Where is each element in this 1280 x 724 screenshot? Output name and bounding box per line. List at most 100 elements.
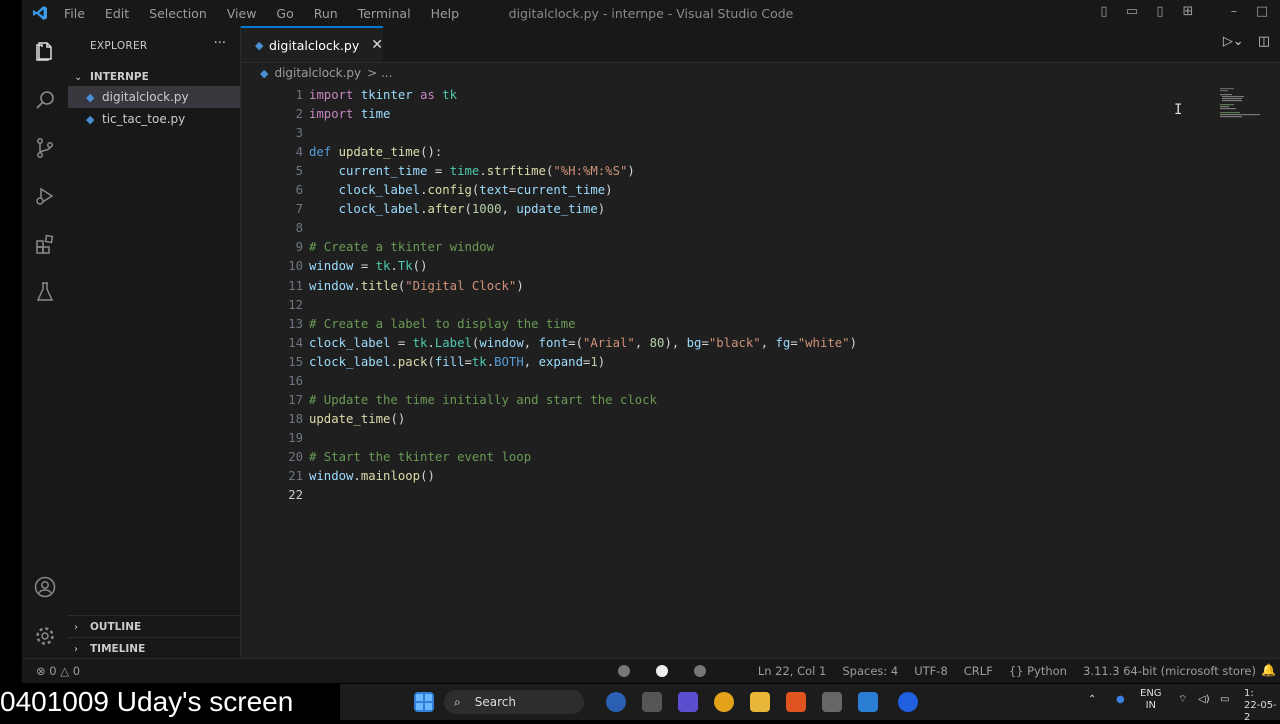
code-line[interactable]: 4 def update_time():	[241, 143, 1221, 162]
problems-indicator[interactable]: ⊗ 0 △ 0	[36, 664, 80, 678]
customize-layout-icon[interactable]: ⊞	[1180, 4, 1196, 19]
explorer-icon[interactable]	[22, 32, 68, 72]
code-line[interactable]: 2 import time	[241, 105, 1221, 124]
zoom-icon[interactable]	[898, 692, 918, 712]
line-number: 20	[288, 449, 303, 464]
indentation[interactable]: Spaces: 4	[842, 664, 898, 678]
chevron-right-icon: ›	[74, 643, 78, 655]
taskbar-search[interactable]: ⌕ Search	[444, 690, 584, 714]
encoding[interactable]: UTF-8	[914, 664, 948, 678]
workspace-folder[interactable]: ⌄ INTERNPE	[68, 67, 240, 87]
code-text: import tkinter as tk	[309, 88, 458, 102]
vscode-taskbar-icon[interactable]	[858, 692, 878, 712]
code-line[interactable]: 18 update_time()	[241, 410, 1221, 429]
manage-gear-icon[interactable]	[22, 616, 68, 656]
code-text: def update_time():	[309, 145, 443, 160]
code-line[interactable]: 9 # Create a tkinter window	[241, 238, 1221, 257]
toggle-panel-icon[interactable]: ▭	[1124, 4, 1140, 19]
wifi-icon[interactable]: ⌔	[1178, 694, 1187, 706]
python-file-icon: ◆	[86, 90, 95, 104]
settings-icon[interactable]	[822, 692, 842, 712]
code-text: update_time()	[309, 411, 406, 426]
teams-icon[interactable]	[678, 692, 698, 712]
code-line[interactable]: 20 # Start the tkinter event loop	[241, 448, 1221, 467]
tab-digitalclock[interactable]: ◆ digitalclock.py ✕	[241, 26, 383, 62]
accounts-icon[interactable]	[22, 567, 68, 607]
breadcrumb-file[interactable]: digitalclock.py	[274, 66, 361, 80]
file-item-digitalclock[interactable]: ◆ digitalclock.py	[68, 86, 240, 108]
code-line[interactable]: 10 window = tk.Tk()	[241, 257, 1221, 276]
window-title: digitalclock.py - internpe - Visual Stud…	[508, 6, 794, 21]
source-control-icon[interactable]	[22, 128, 68, 168]
code-line[interactable]: 14 clock_label = tk.Label(window, font=("…	[241, 334, 1221, 353]
battery-icon[interactable]: ▭	[1220, 694, 1229, 706]
outline-label: OUTLINE	[90, 621, 142, 633]
more-actions-icon[interactable]: ···	[214, 36, 226, 51]
close-icon[interactable]: ✕	[371, 37, 383, 53]
status-right: Ln 22, Col 1 Spaces: 4 UTF-8 CRLF {} Pyt…	[758, 664, 1256, 678]
code-text: clock_label.pack(fill=tk.BOTH, expand=1)	[309, 354, 606, 369]
extensions-icon[interactable]	[22, 224, 68, 264]
split-editor-icon[interactable]: ◫	[1258, 34, 1270, 49]
task-view-icon[interactable]	[642, 692, 662, 712]
language-mode[interactable]: {} Python	[1009, 664, 1067, 678]
notifications-icon[interactable]: 🔔	[1261, 663, 1276, 677]
activity-bar	[22, 26, 68, 658]
start-icon[interactable]	[414, 692, 434, 712]
screen-share-label: 0401009 Uday's screen	[0, 684, 340, 720]
run-python-file-icon[interactable]: ▷⌄	[1223, 34, 1244, 49]
code-line[interactable]: 19	[241, 429, 1221, 448]
code-line[interactable]: 13 # Create a label to display the time	[241, 315, 1221, 334]
code-line[interactable]: 6 clock_label.config(text=current_time)	[241, 181, 1221, 200]
breadcrumb-symbols[interactable]: > ...	[367, 66, 392, 80]
volume-icon[interactable]: ◁)	[1198, 694, 1210, 706]
code-editor[interactable]: 1 import tkinter as tk 2 import time 3 4 def u…	[241, 86, 1221, 658]
run-debug-icon[interactable]	[22, 176, 68, 216]
toggle-secondary-sidebar-icon[interactable]: ▯	[1152, 4, 1168, 19]
code-line[interactable]: 5 current_time = time.strftime("%H:%M:%S…	[241, 162, 1221, 181]
code-text: window.mainloop()	[309, 469, 435, 483]
code-line[interactable]: 22	[241, 486, 1221, 505]
timeline-section[interactable]: › TIMELINE	[68, 637, 240, 660]
code-line[interactable]: 11 window.title("Digital Clock")	[241, 277, 1221, 296]
code-line[interactable]: 8	[241, 219, 1221, 238]
minimize-icon[interactable]: –	[1226, 4, 1242, 19]
cursor-position[interactable]: Ln 22, Col 1	[758, 664, 827, 678]
file-label: digitalclock.py	[102, 90, 189, 104]
python-interpreter[interactable]: 3.11.3 64-bit (microsoft store)	[1083, 664, 1256, 678]
file-item-tic-tac-toe[interactable]: ◆ tic_tac_toe.py	[68, 108, 240, 130]
recording-indicator-dots	[618, 665, 706, 677]
tray-chevron-icon[interactable]: ⌃	[1088, 694, 1096, 706]
python-file-icon: ◆	[260, 66, 269, 80]
code-text: import time	[309, 107, 391, 122]
search-icon[interactable]	[22, 80, 68, 120]
toggle-primary-sidebar-icon[interactable]: ▯	[1096, 4, 1112, 19]
file-explorer-icon[interactable]	[750, 692, 770, 712]
line-number: 2	[295, 107, 303, 122]
minimap[interactable]	[1218, 86, 1268, 126]
code-line[interactable]: 17 # Update the time initially and start …	[241, 391, 1221, 410]
code-text: # Start the tkinter event loop	[309, 449, 532, 464]
code-line[interactable]: 7 clock_label.after(1000, update_time)	[241, 200, 1221, 219]
code-text: # Create a label to display the time	[309, 316, 576, 331]
line-number: 15	[288, 354, 303, 369]
code-line[interactable]: 16	[241, 372, 1221, 391]
code-line[interactable]: 15 clock_label.pack(fill=tk.BOTH, expand=…	[241, 353, 1221, 372]
code-line[interactable]: 12	[241, 296, 1221, 315]
chrome-icon[interactable]	[714, 692, 734, 712]
testing-icon[interactable]	[22, 272, 68, 312]
end-of-line[interactable]: CRLF	[964, 664, 993, 678]
code-line[interactable]: 21 window.mainloop()	[241, 467, 1221, 486]
code-line[interactable]: 3	[241, 124, 1221, 143]
outline-section[interactable]: › OUTLINE	[68, 615, 240, 638]
system-clock[interactable]: 1: 22-05-2	[1244, 688, 1280, 724]
language-indicator[interactable]: ENG IN	[1140, 688, 1162, 712]
tray-app-icon[interactable]: ●	[1116, 694, 1125, 706]
line-number: 11	[288, 278, 303, 293]
code-text: window = tk.Tk()	[309, 259, 428, 274]
widget-app-icon[interactable]	[606, 692, 626, 712]
code-line[interactable]: 1 import tkinter as tk	[241, 86, 1221, 105]
braces-icon: {}	[1008, 664, 1028, 678]
brave-browser-icon[interactable]	[786, 692, 806, 712]
maximize-icon[interactable]: □	[1254, 4, 1270, 19]
